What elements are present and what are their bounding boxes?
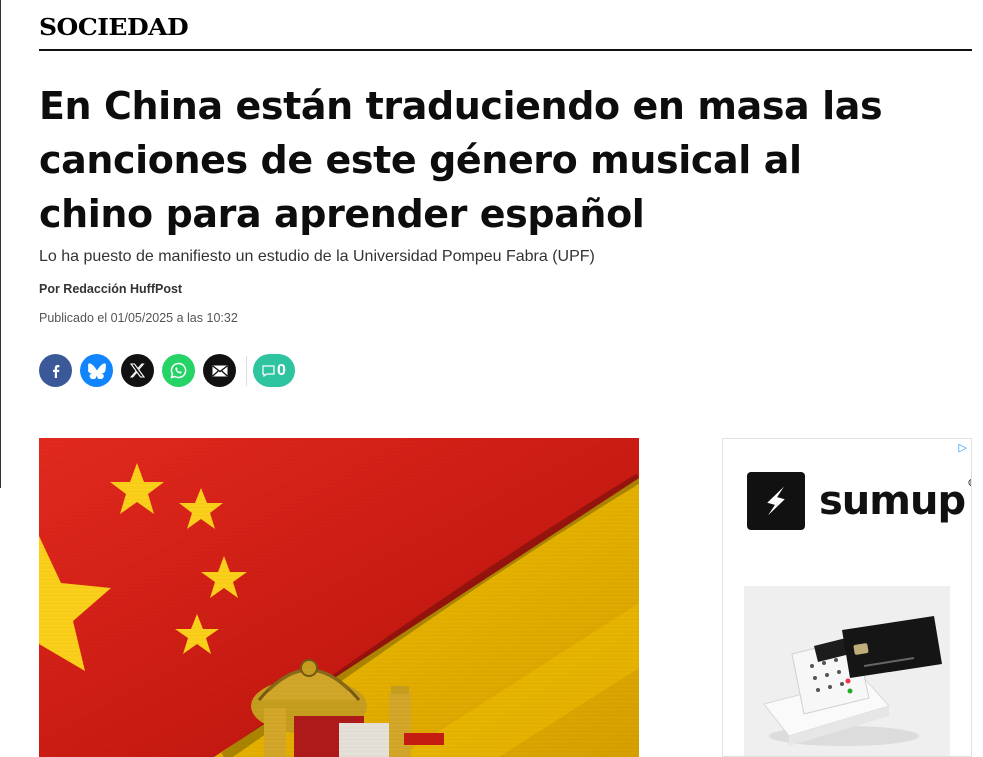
china-spain-flags-image [39,438,639,757]
card-reader-icon [744,586,950,756]
article-published-date: Publicado el 01/05/2025 a las 10:32 [39,311,238,325]
whatsapp-share-button[interactable] [162,354,195,387]
comments-button[interactable]: 0 [253,354,295,387]
bluesky-icon [87,362,106,379]
x-icon [130,363,145,378]
ad-brand-name: sumup® [819,478,971,524]
share-bar: 0 [39,354,295,387]
ad-choices-icon[interactable]: ▷ [959,441,967,454]
email-share-button[interactable] [203,354,236,387]
sumup-advertisement[interactable]: ▷ sumup® [722,438,972,757]
article-headline: En China están traduciendo en masa las c… [39,84,883,236]
x-share-button[interactable] [121,354,154,387]
card-reader-product-image [744,586,950,756]
hero-image[interactable] [39,438,639,757]
section-label[interactable]: SOCIEDAD [39,14,189,41]
article-byline[interactable]: Por Redacción HuffPost [39,282,182,296]
comments-count: 0 [277,361,286,379]
comment-icon [262,364,275,377]
facebook-icon [52,364,59,378]
left-edge-rule [0,0,1,488]
article-subtitle: Lo ha puesto de manifiesto un estudio de… [39,248,595,265]
bluesky-share-button[interactable] [80,354,113,387]
ad-brand-logo: sumup® [747,472,971,530]
section-divider [39,49,972,51]
facebook-share-button[interactable] [39,354,72,387]
email-icon [211,364,228,376]
sumup-logo-icon [747,472,805,530]
whatsapp-icon [170,362,187,379]
share-separator [246,355,247,386]
